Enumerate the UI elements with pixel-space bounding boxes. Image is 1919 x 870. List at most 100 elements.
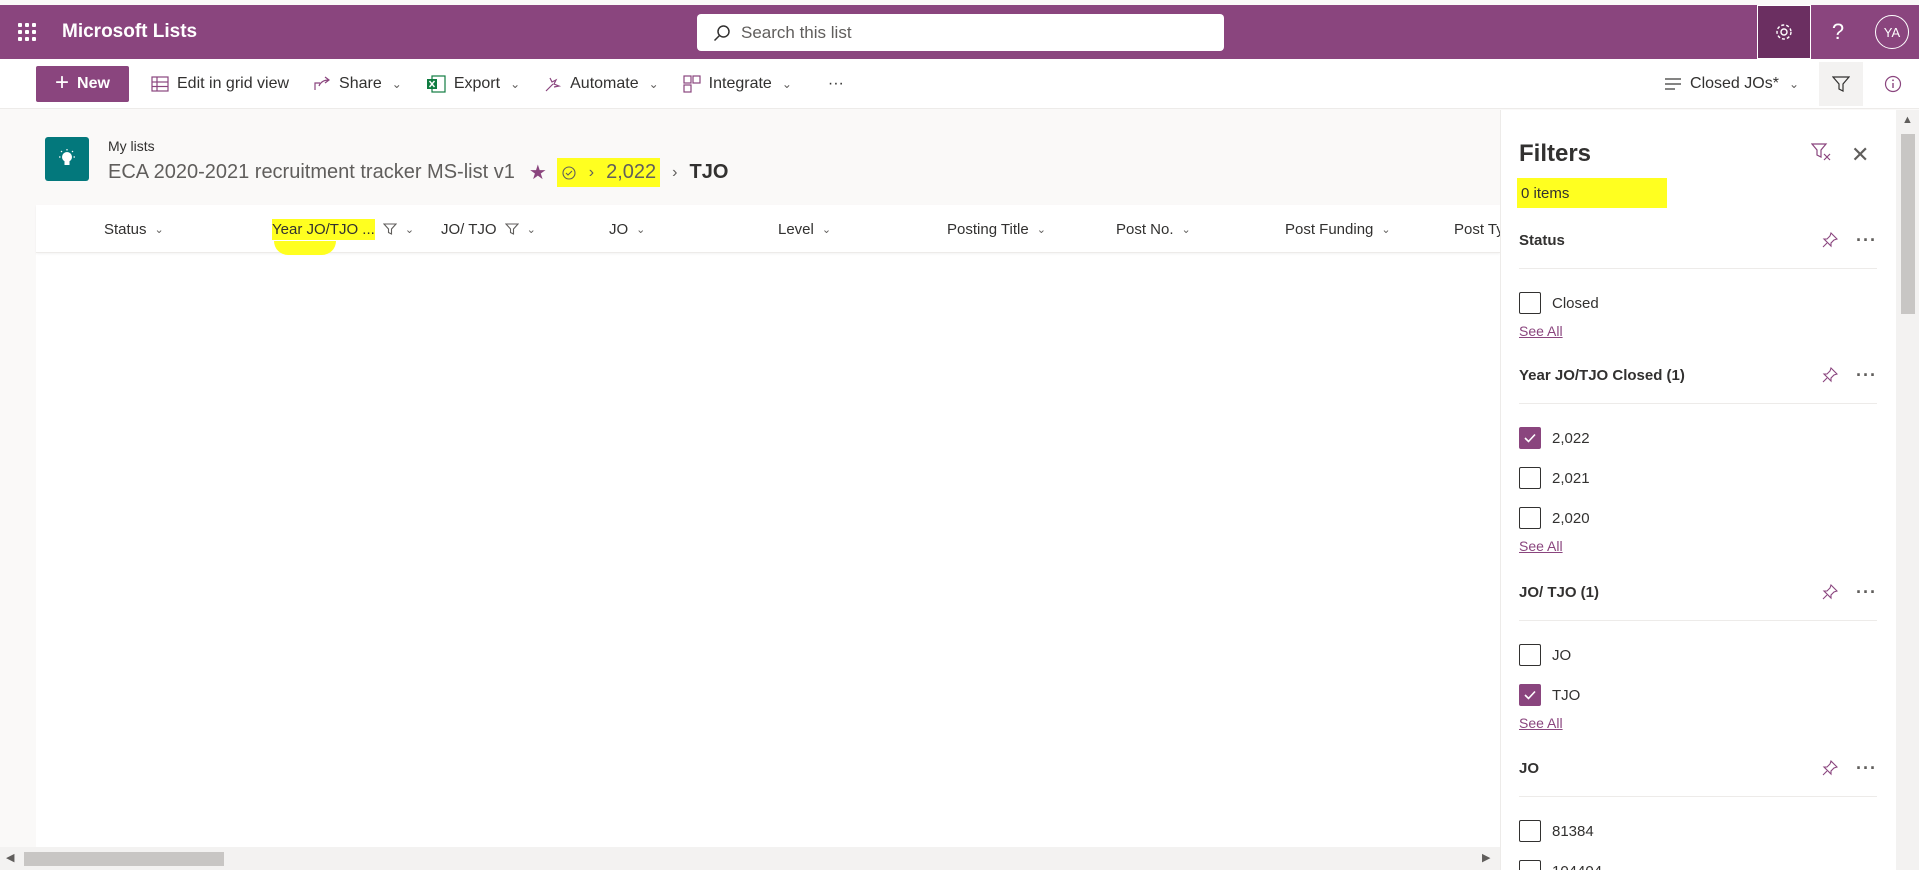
- filter-pane-button[interactable]: [1819, 62, 1863, 106]
- scroll-right-icon[interactable]: ▶: [1482, 851, 1490, 864]
- column-level[interactable]: Level ⌄: [778, 205, 831, 253]
- section-title: Year JO/TJO Closed (1): [1519, 366, 1685, 384]
- clear-filters-button[interactable]: [1810, 142, 1831, 167]
- chevron-down-icon: ⌄: [391, 76, 402, 91]
- chevron-down-icon: ⌄: [526, 223, 536, 236]
- column-status[interactable]: Status ⌄: [104, 205, 164, 253]
- integrate-button[interactable]: Integrate ⌄: [683, 75, 792, 93]
- breadcrumb: ECA 2020-2021 recruitment tracker MS-lis…: [108, 158, 728, 187]
- pin-icon[interactable]: [1822, 584, 1839, 600]
- vertical-scrollbar[interactable]: ▲: [1896, 110, 1919, 870]
- view-list-icon: [1665, 78, 1682, 90]
- list-icon: [45, 137, 89, 181]
- filters-title: Filters: [1519, 140, 1592, 167]
- chevron-down-icon: ⌄: [821, 223, 832, 236]
- app-name[interactable]: Microsoft Lists: [62, 21, 197, 43]
- scroll-left-icon[interactable]: ◀: [6, 851, 14, 864]
- clear-filter-icon: [1810, 143, 1831, 161]
- column-header-row: Status ⌄ Year JO/TJO ... ⌄ JO/ TJO ⌄ JO ⌄ …: [36, 205, 1500, 255]
- automate-button[interactable]: Automate ⌄: [544, 75, 659, 93]
- help-icon: ?: [1831, 19, 1845, 44]
- list-title[interactable]: ECA 2020-2021 recruitment tracker MS-lis…: [108, 161, 515, 184]
- share-icon: [314, 76, 331, 90]
- filter-section-year: Year JO/TJO Closed (1) ··· 2,022 2,021 2…: [1519, 363, 1877, 558]
- checkbox-checked[interactable]: [1519, 427, 1541, 449]
- favorite-star-icon[interactable]: ★: [529, 160, 547, 185]
- settings-button[interactable]: [1757, 5, 1811, 59]
- checkbox[interactable]: [1519, 644, 1541, 666]
- search-input[interactable]: Search this list: [697, 14, 1224, 51]
- close-icon[interactable]: ✕: [1851, 142, 1869, 168]
- more-options-icon[interactable]: ···: [1856, 758, 1877, 779]
- pin-icon[interactable]: [1822, 367, 1839, 383]
- section-title: Status: [1519, 231, 1565, 249]
- sync-check-icon: [562, 165, 576, 180]
- filter-option[interactable]: 2,021: [1519, 458, 1877, 498]
- checkbox[interactable]: [1519, 467, 1541, 489]
- pin-icon[interactable]: [1822, 760, 1839, 776]
- info-button[interactable]: [1871, 62, 1915, 106]
- app-launcher-icon[interactable]: [0, 5, 54, 59]
- filter-icon: [1832, 76, 1850, 92]
- pin-icon[interactable]: [1822, 232, 1839, 248]
- more-options-icon[interactable]: ···: [1856, 230, 1877, 251]
- column-jo[interactable]: JO ⌄: [609, 205, 645, 253]
- chevron-down-icon: ⌄: [154, 223, 164, 236]
- filter-option[interactable]: 2,020: [1519, 498, 1877, 538]
- filter-section-jo: JO ··· 81384 104404: [1519, 756, 1877, 870]
- scroll-thumb[interactable]: [24, 852, 224, 866]
- see-all-link[interactable]: See All: [1519, 715, 1877, 735]
- checkbox-checked[interactable]: [1519, 684, 1541, 706]
- filter-option[interactable]: Closed: [1519, 283, 1877, 323]
- checkbox[interactable]: [1519, 860, 1541, 870]
- chevron-down-icon: ⌄: [781, 76, 792, 91]
- new-button[interactable]: + New: [36, 65, 129, 102]
- view-selector[interactable]: Closed JOs* ⌄: [1664, 75, 1799, 93]
- chevron-down-icon: ⌄: [1036, 223, 1046, 236]
- edit-grid-button[interactable]: Edit in grid view: [151, 75, 289, 93]
- chevron-down-icon: ⌄: [1181, 223, 1191, 236]
- info-icon: [1884, 75, 1902, 93]
- filter-option[interactable]: 81384: [1519, 811, 1877, 851]
- avatar[interactable]: YA: [1875, 15, 1909, 49]
- share-button[interactable]: Share ⌄: [313, 75, 402, 93]
- chevron-down-icon: ⌄: [636, 223, 646, 236]
- chevron-down-icon: ⌄: [648, 76, 659, 91]
- breadcrumb-parent[interactable]: My lists: [108, 138, 155, 154]
- chevron-right-icon: ›: [588, 163, 595, 181]
- checkbox[interactable]: [1519, 507, 1541, 529]
- checkbox[interactable]: [1519, 820, 1541, 842]
- filter-icon: [382, 223, 397, 235]
- scroll-up-icon[interactable]: ▲: [1902, 114, 1913, 126]
- chevron-down-icon: ⌄: [510, 76, 521, 91]
- more-options-icon[interactable]: ···: [1856, 365, 1877, 386]
- see-all-link[interactable]: See All: [1519, 323, 1877, 343]
- column-post-type[interactable]: Post Ty: [1454, 205, 1500, 253]
- automate-icon: [545, 77, 562, 91]
- help-button[interactable]: ?: [1811, 5, 1865, 59]
- filter-option[interactable]: 104404: [1519, 851, 1877, 870]
- horizontal-scrollbar[interactable]: ◀ ▶: [0, 847, 1500, 870]
- filter-option[interactable]: JO: [1519, 635, 1877, 675]
- more-commands-button[interactable]: ···: [828, 75, 844, 93]
- more-options-icon[interactable]: ···: [1856, 582, 1877, 603]
- scroll-thumb[interactable]: [1901, 134, 1915, 314]
- filter-section-status: Status ··· Closed See All: [1519, 228, 1877, 343]
- column-posting-title[interactable]: Posting Title ⌄: [947, 205, 1046, 253]
- integrate-icon: [683, 74, 701, 93]
- filter-option[interactable]: TJO: [1519, 675, 1877, 715]
- column-post-no[interactable]: Post No. ⌄: [1116, 205, 1191, 253]
- column-year[interactable]: Year JO/TJO ... ⌄: [272, 205, 414, 253]
- filter-section-jo-tjo: JO/ TJO (1) ··· JO TJO See All: [1519, 580, 1877, 735]
- list-view: Status ⌄ Year JO/TJO ... ⌄ JO/ TJO ⌄ JO ⌄ …: [36, 205, 1500, 847]
- see-all-link[interactable]: See All: [1519, 538, 1877, 558]
- column-post-funding[interactable]: Post Funding ⌄: [1285, 205, 1391, 253]
- breadcrumb-year[interactable]: 2,022: [606, 161, 656, 184]
- section-title: JO: [1519, 759, 1540, 777]
- filter-option[interactable]: 2,022: [1519, 418, 1877, 458]
- chevron-down-icon: ⌄: [404, 223, 415, 236]
- checkbox[interactable]: [1519, 292, 1541, 314]
- search-placeholder: Search this list: [741, 22, 852, 42]
- column-jo-tjo[interactable]: JO/ TJO ⌄: [441, 205, 536, 253]
- export-button[interactable]: Export ⌄: [426, 75, 520, 93]
